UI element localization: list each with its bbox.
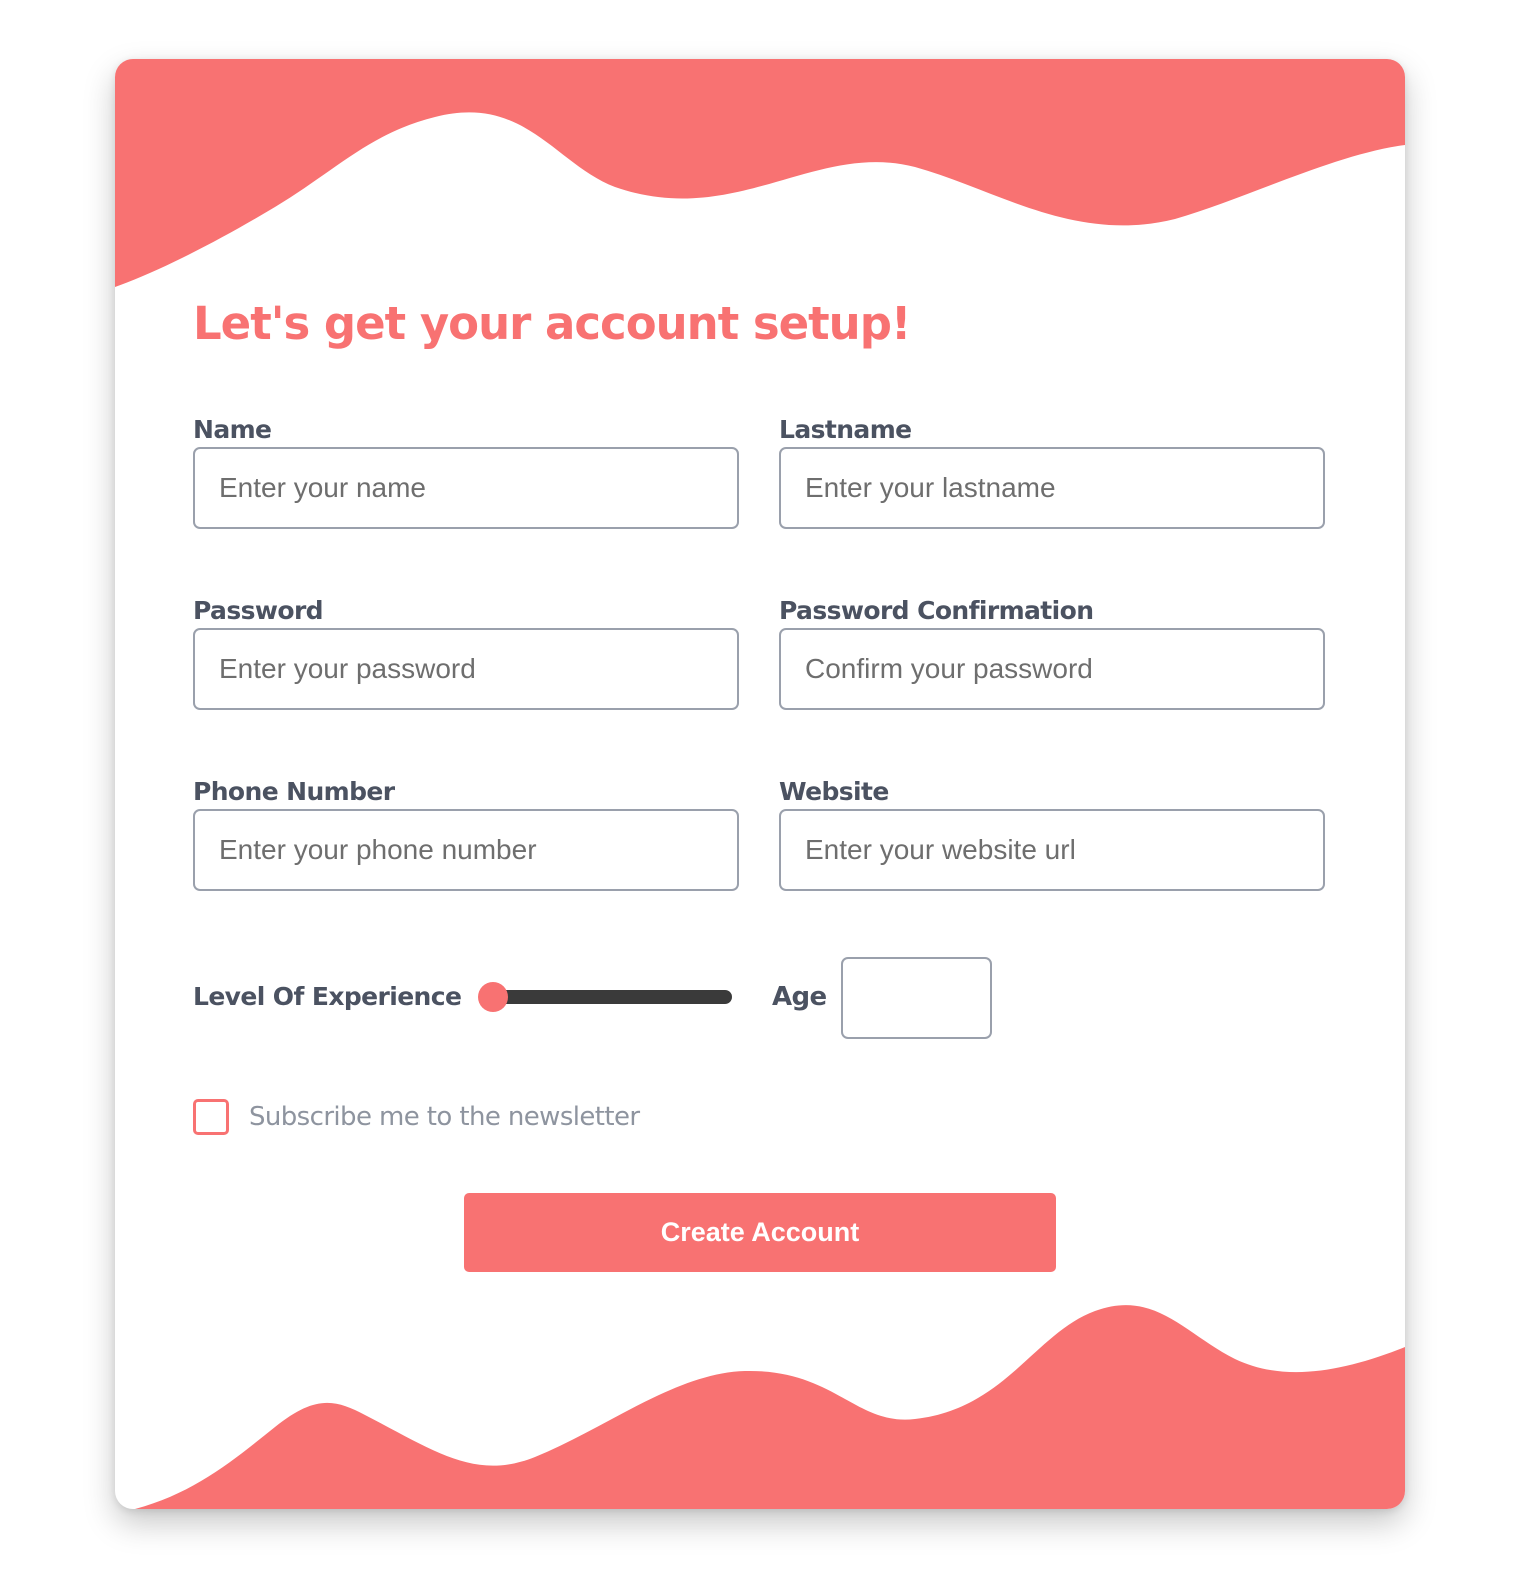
website-input[interactable] — [779, 809, 1325, 891]
password-input[interactable] — [193, 628, 739, 710]
bottom-wave-shape — [115, 1305, 1405, 1509]
age-label: Age — [772, 982, 827, 1012]
lastname-input[interactable] — [779, 447, 1325, 529]
experience-label: Level Of Experience — [193, 982, 462, 1011]
website-field: Website — [779, 775, 1325, 891]
experience-slider-thumb[interactable] — [478, 982, 508, 1012]
page-title: Let's get your account setup! — [193, 297, 911, 350]
experience-slider-track[interactable] — [484, 990, 732, 1004]
signup-card: Let's get your account setup! Name Lastn… — [115, 59, 1405, 1509]
newsletter-option[interactable]: Subscribe me to the newsletter — [193, 1099, 640, 1135]
name-field: Name — [193, 413, 739, 529]
experience-slider[interactable] — [478, 982, 732, 1012]
password-confirmation-field: Password Confirmation — [779, 594, 1325, 710]
top-wave-shape — [115, 59, 1405, 287]
age-input[interactable] — [841, 957, 992, 1039]
phone-label: Phone Number — [193, 777, 395, 806]
bottom-wave-decoration — [115, 1305, 1405, 1509]
top-wave-decoration — [115, 59, 1405, 287]
phone-field: Phone Number — [193, 775, 739, 891]
create-account-button[interactable]: Create Account — [464, 1193, 1056, 1272]
lastname-label: Lastname — [779, 415, 912, 444]
password-confirmation-input[interactable] — [779, 628, 1325, 710]
name-input[interactable] — [193, 447, 739, 529]
password-label: Password — [193, 596, 324, 625]
newsletter-checkbox[interactable] — [193, 1099, 229, 1135]
lastname-field: Lastname — [779, 413, 1325, 529]
password-field: Password — [193, 594, 739, 710]
website-label: Website — [779, 777, 889, 806]
name-label: Name — [193, 415, 272, 444]
newsletter-label: Subscribe me to the newsletter — [249, 1102, 640, 1132]
phone-input[interactable] — [193, 809, 739, 891]
password-confirmation-label: Password Confirmation — [779, 596, 1094, 625]
